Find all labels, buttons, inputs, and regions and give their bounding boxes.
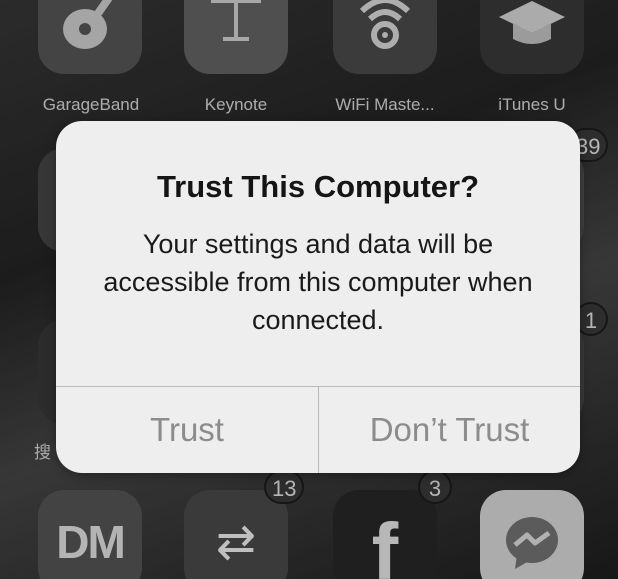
dont-trust-button[interactable]: Don’t Trust xyxy=(319,387,580,473)
trust-button[interactable]: Trust xyxy=(56,387,318,473)
trust-computer-alert: Trust This Computer? Your settings and d… xyxy=(56,121,580,473)
alert-title: Trust This Computer? xyxy=(156,169,480,204)
home-screen: GarageBand Keynote WiFi Maste... iTunes … xyxy=(0,0,618,579)
alert-message: Your settings and data will be accessibl… xyxy=(103,229,533,335)
